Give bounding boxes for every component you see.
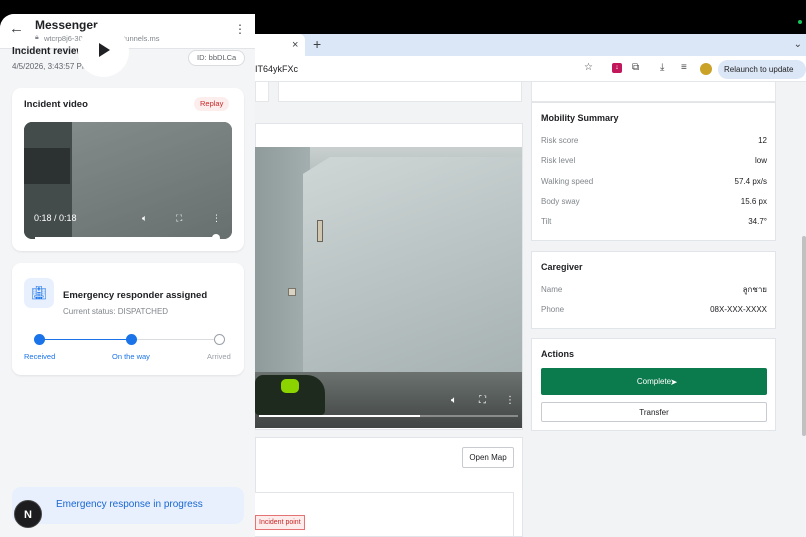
row-label: Walking speed bbox=[541, 177, 594, 186]
row-label: Risk level bbox=[541, 156, 576, 165]
transfer-button[interactable]: Transfer bbox=[541, 402, 767, 422]
fullscreen-icon[interactable]: ⛶ bbox=[479, 396, 486, 406]
responder-title: Emergency responder assigned bbox=[63, 290, 208, 301]
row-label: Name bbox=[541, 285, 563, 294]
step-dot-arrived bbox=[214, 334, 225, 345]
step-dot-received bbox=[34, 334, 45, 345]
actions-title: Actions bbox=[541, 349, 575, 359]
bookmark-star-icon[interactable]: ☆ bbox=[584, 62, 593, 74]
row-value: ลูกชาย bbox=[742, 285, 767, 294]
hospital-icon: 🏥︎ bbox=[24, 278, 54, 308]
step-dot-on-the-way bbox=[126, 334, 137, 345]
back-arrow-icon[interactable]: ← bbox=[9, 20, 24, 38]
mini-video-progress-knob[interactable] bbox=[212, 234, 220, 242]
mobility-row-tilt: Tilt 34.7° bbox=[541, 215, 767, 229]
incident-video-title: Incident video bbox=[24, 99, 88, 110]
row-value: low bbox=[754, 156, 767, 165]
user-avatar[interactable]: N bbox=[14, 500, 42, 528]
mobility-row-body-sway: Body sway 15.6 px bbox=[541, 195, 767, 209]
responder-status: Current status: DISPATCHED bbox=[63, 307, 169, 316]
caregiver-title: Caregiver bbox=[541, 262, 583, 272]
mini-video-progress-bar[interactable] bbox=[35, 237, 217, 239]
volume-icon[interactable]: 🔈︎ bbox=[142, 213, 147, 223]
row-label: Body sway bbox=[541, 197, 580, 206]
replay-button[interactable]: Replay bbox=[194, 97, 230, 111]
caregiver-row-name: Name ลูกชาย bbox=[541, 283, 767, 297]
relaunch-label: Relaunch to update bbox=[724, 65, 794, 74]
open-map-button[interactable]: Open Map bbox=[462, 447, 514, 468]
volume-icon[interactable]: 🔈︎ bbox=[451, 396, 457, 406]
profile-avatar-icon[interactable] bbox=[700, 63, 712, 75]
video-kebab-icon[interactable]: ⋮ bbox=[505, 396, 515, 406]
incident-video-player[interactable]: 🔈︎ ⛶ ⋮ bbox=[255, 147, 522, 428]
step-label-on-the-way: On the way bbox=[112, 352, 150, 361]
new-tab-icon[interactable]: + bbox=[313, 35, 321, 53]
top-strip-left bbox=[255, 82, 269, 102]
extension-icon[interactable]: ↓ bbox=[612, 63, 622, 73]
kebab-menu-icon[interactable]: ⋮ bbox=[234, 22, 246, 36]
row-value: 15.6 px bbox=[740, 197, 767, 206]
top-strip-right bbox=[531, 82, 776, 102]
complete-button[interactable]: Complete bbox=[541, 368, 767, 395]
row-value: 57.4 px/s bbox=[734, 177, 767, 186]
mobility-row-risk-level: Risk level low bbox=[541, 154, 767, 168]
mobility-summary-title: Mobility Summary bbox=[541, 113, 619, 123]
row-label: Tilt bbox=[541, 217, 552, 226]
step-label-arrived: Arrived bbox=[207, 352, 231, 361]
incident-review-title: Incident review bbox=[12, 46, 85, 57]
incident-point-badge: Incident point bbox=[255, 515, 305, 530]
address-bar-url[interactable]: IT64ykFXc bbox=[255, 64, 298, 74]
fullscreen-icon[interactable]: ⛶ bbox=[176, 213, 182, 223]
scrollbar-thumb[interactable] bbox=[802, 236, 806, 436]
relaunch-button[interactable]: Relaunch to update ⋮ bbox=[718, 60, 806, 93]
video-progress-bar[interactable] bbox=[259, 415, 518, 417]
step-label-received: Received bbox=[24, 352, 56, 361]
video-frame-socket bbox=[288, 288, 296, 296]
caregiver-row-phone: Phone 08X-XXX-XXXX bbox=[541, 303, 767, 317]
video-progress-fill bbox=[259, 415, 420, 417]
mobility-row-walking-speed: Walking speed 57.4 px/s bbox=[541, 175, 767, 189]
progress-track-fill bbox=[40, 339, 131, 340]
video-frame-wall-object bbox=[317, 220, 323, 242]
cursor-icon: ➤ bbox=[670, 377, 678, 387]
row-value: 12 bbox=[758, 136, 767, 145]
incident-id-badge: ID: bbDLCa bbox=[188, 50, 246, 66]
reading-list-icon[interactable]: ≡ bbox=[681, 62, 687, 74]
video-time: 0:18 / 0:18 bbox=[34, 213, 77, 223]
tab-search-icon[interactable]: ⌄ bbox=[794, 36, 802, 54]
incident-timestamp: 4/5/2026, 3:43:57 PM bbox=[12, 62, 89, 71]
extensions-puzzle-icon[interactable]: ⧉ bbox=[632, 62, 639, 74]
download-icon[interactable]: ⤓ bbox=[660, 62, 664, 74]
status-dot bbox=[798, 20, 802, 24]
row-value: 34.7° bbox=[748, 217, 767, 226]
tab-strip bbox=[255, 34, 806, 56]
tab-close-icon[interactable]: × bbox=[292, 36, 298, 54]
in-progress-text: Emergency response in progress bbox=[56, 499, 203, 510]
lock-icon: 🔒︎ bbox=[35, 34, 39, 41]
top-strip-center bbox=[278, 82, 522, 102]
play-icon bbox=[99, 43, 110, 57]
row-label: Risk score bbox=[541, 136, 579, 145]
mobility-row-risk-score: Risk score 12 bbox=[541, 134, 767, 148]
row-value: 08X-XXX-XXXX bbox=[710, 305, 767, 314]
row-label: Phone bbox=[541, 305, 565, 314]
video-kebab-icon[interactable]: ⋮ bbox=[212, 213, 221, 223]
video-frame-green-object bbox=[281, 379, 299, 393]
